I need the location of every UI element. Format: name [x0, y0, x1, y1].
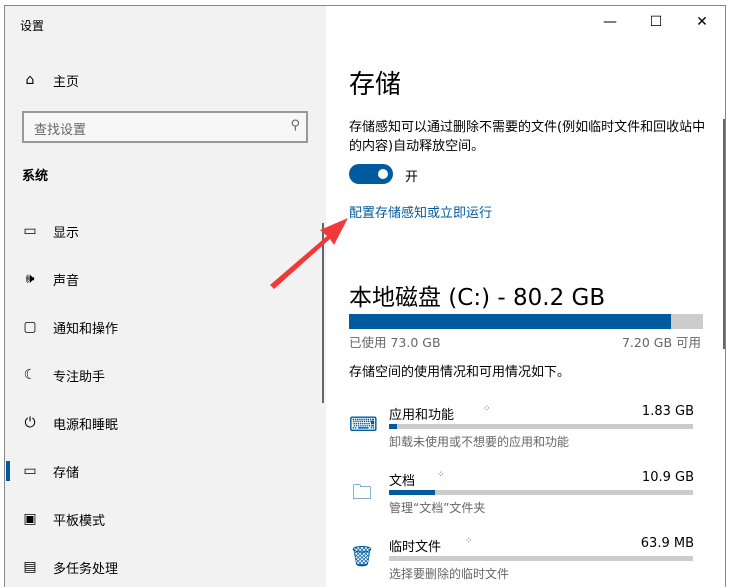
- sidebar-item-7[interactable]: ▤ 多任务处理: [5, 545, 326, 587]
- search-input[interactable]: 查找设置 ⚲: [22, 111, 308, 143]
- sidebar-item-label: 多任务处理: [53, 561, 119, 577]
- configure-storage-sense-link[interactable]: 配置存储感知或立即运行: [349, 202, 492, 221]
- loading-spinner-icon: ⁘: [437, 470, 446, 480]
- sidebar-item-3[interactable]: ☾ 专注助手: [5, 353, 326, 397]
- power-icon: ⏻: [24, 415, 36, 431]
- loading-spinner-icon: ⁘: [483, 404, 492, 414]
- category-0[interactable]: ⌨ 应用和功能 ⁘ 1.83 GB 卸载未使用或不想要的应用和功能: [349, 404, 694, 466]
- free-space: 7.20 GB 可用: [621, 335, 701, 350]
- tablet-icon: ▣: [23, 511, 37, 527]
- category-usage-bar: [389, 556, 693, 561]
- category-usage-fill: [389, 490, 435, 495]
- sidebar-item-2[interactable]: ▢ 通知和操作: [5, 305, 326, 349]
- sidebar-item-label: 通知和操作: [53, 321, 119, 337]
- notification-icon: ▢: [23, 319, 37, 335]
- minimize-button[interactable]: —: [587, 6, 633, 38]
- settings-window: 设置 ⌂ 主页 查找设置 ⚲ 系统 ▭ 显示 🕪 声音 ▢ 通知和操作 ☾ 专注助手 ⏻ 电源和睡眠 ▭…: [4, 5, 726, 587]
- category-size: 1.83 GB: [641, 404, 694, 419]
- sidebar-item-5[interactable]: ▭ 存储: [5, 449, 326, 493]
- sidebar: 设置 ⌂ 主页 查找设置 ⚲ 系统 ▭ 显示 🕪 声音 ▢ 通知和操作 ☾ 专注助手 ⏻ 电源和睡眠 ▭…: [5, 6, 326, 587]
- category-name: 临时文件: [389, 540, 442, 555]
- used-space: 已使用 73.0 GB: [349, 335, 441, 350]
- category-usage-bar: [389, 490, 693, 495]
- sidebar-item-label: 专注助手: [53, 369, 106, 385]
- storage-sense-toggle[interactable]: [349, 164, 393, 184]
- disk-title: 本地磁盘 (C:) - 80.2 GB: [349, 285, 606, 311]
- sidebar-item-label: 电源和睡眠: [53, 417, 119, 433]
- sidebar-item-home[interactable]: ⌂ 主页: [5, 58, 326, 102]
- main-scrollbar[interactable]: [723, 119, 725, 349]
- keyboard-icon: ⌨: [349, 412, 378, 436]
- home-icon: ⌂: [25, 72, 35, 88]
- main-pane: — ☐ ✕ 存储 存储感知可以通过删除不需要的文件(例如临时文件和回收站中的内容…: [326, 6, 725, 587]
- category-size: 10.9 GB: [641, 470, 694, 485]
- sidebar-item-label: 声音: [53, 273, 80, 289]
- close-button[interactable]: ✕: [679, 6, 725, 38]
- monitor-icon: ▭: [23, 223, 37, 239]
- category-description: 管理“文档”文件夹: [389, 501, 486, 515]
- toggle-label: 开: [405, 170, 419, 185]
- loading-spinner-icon: ⁘: [465, 536, 474, 546]
- storage-sense-description: 存储感知可以通过删除不需要的文件(例如临时文件和回收站中的内容)自动释放空间。: [349, 120, 706, 154]
- sidebar-item-1[interactable]: 🕪 声音: [5, 257, 326, 301]
- trash-icon: 🗑: [349, 544, 375, 568]
- category-usage-bar: [389, 424, 693, 429]
- disk-usage-bar: [349, 314, 703, 329]
- search-icon[interactable]: ⚲: [290, 118, 300, 133]
- page-title: 存储: [349, 70, 402, 100]
- storage-icon: ▭: [23, 463, 37, 479]
- category-name: 文档: [389, 474, 416, 489]
- category-name: 应用和功能: [389, 408, 455, 423]
- folder-icon: 🗀: [352, 480, 372, 504]
- category-description: 选择要删除的临时文件: [389, 567, 510, 581]
- sidebar-item-0[interactable]: ▭ 显示: [5, 209, 326, 253]
- category-description: 卸载未使用或不想要的应用和功能: [389, 435, 570, 449]
- sidebar-item-label: 平板模式: [53, 513, 106, 529]
- sidebar-item-4[interactable]: ⏻ 电源和睡眠: [5, 401, 326, 445]
- sidebar-item-6[interactable]: ▣ 平板模式: [5, 497, 326, 541]
- moon-icon: ☾: [23, 367, 37, 383]
- usage-note: 存储空间的使用情况和可用情况如下。: [349, 365, 571, 380]
- speaker-icon: 🕪: [25, 271, 35, 287]
- section-heading: 系统: [22, 169, 49, 184]
- category-usage-fill: [389, 424, 397, 429]
- multitask-icon: ▤: [23, 559, 37, 575]
- category-size: 63.9 MB: [640, 536, 694, 551]
- maximize-button[interactable]: ☐: [633, 6, 679, 38]
- disk-usage-fill: [349, 314, 672, 329]
- home-label: 主页: [53, 74, 80, 90]
- sidebar-scrollbar[interactable]: [322, 223, 324, 403]
- category-2[interactable]: 🗑 临时文件 ⁘ 63.9 MB 选择要删除的临时文件: [349, 536, 694, 587]
- sidebar-item-label: 存储: [53, 465, 80, 481]
- window-title: 设置: [20, 19, 45, 33]
- search-placeholder: 查找设置: [34, 123, 87, 138]
- category-1[interactable]: 🗀 文档 ⁘ 10.9 GB 管理“文档”文件夹: [349, 470, 694, 532]
- sidebar-item-label: 显示: [53, 225, 80, 241]
